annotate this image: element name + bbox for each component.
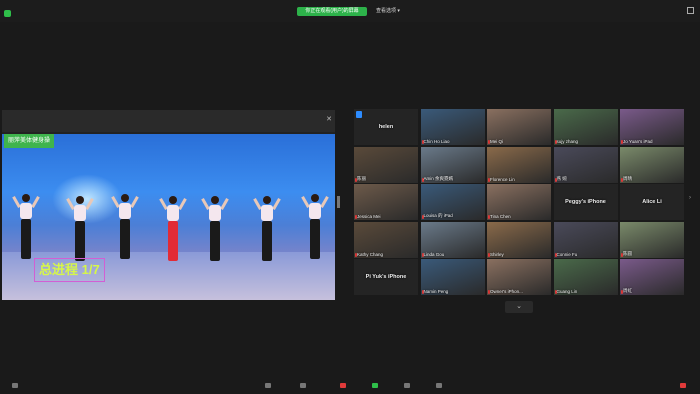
shield-icon[interactable] bbox=[4, 10, 11, 17]
participant-tile[interactable]: Amin 余爽霓嫣 bbox=[420, 146, 485, 183]
participant-name: Kathy Chang bbox=[357, 251, 384, 257]
camera-icon[interactable] bbox=[265, 383, 271, 388]
share-screen-icon[interactable] bbox=[372, 383, 378, 388]
participant-name: Tina Chen bbox=[490, 214, 511, 219]
participant-tile[interactable]: Guang Lin bbox=[553, 259, 618, 295]
participant-tile[interactable]: Tina Chen bbox=[487, 184, 551, 220]
participant-tile[interactable]: Peggy's iPhone bbox=[553, 184, 618, 220]
participant-tile[interactable]: Florence Lin bbox=[487, 146, 551, 183]
participant-name: Shirley bbox=[490, 251, 504, 257]
participant-tile[interactable]: Kathy Chang bbox=[354, 221, 418, 258]
share-header: ✕ bbox=[2, 110, 335, 132]
close-icon[interactable]: ✕ bbox=[326, 115, 332, 123]
chevron-right-icon[interactable]: › bbox=[689, 195, 691, 201]
reactions-icon[interactable] bbox=[436, 383, 442, 388]
participant-name: 陈圆 bbox=[623, 250, 632, 256]
brand-label: 丽萍美体健身操 bbox=[4, 134, 55, 148]
panel-resize-handle[interactable] bbox=[337, 196, 340, 208]
participant-tile[interactable]: Owner's iPhon... bbox=[487, 259, 551, 295]
top-toolbar: 你正在观看(用户)的屏幕 查看选项 ▾ bbox=[0, 0, 700, 22]
participant-name: Peggy's iPhone bbox=[565, 199, 606, 205]
participant-tile[interactable]: Namin Peng bbox=[420, 259, 485, 295]
participant-name: Jo Yuan's iPad bbox=[623, 139, 653, 144]
participant-name: 周虹 bbox=[623, 288, 632, 293]
dancer bbox=[201, 196, 229, 276]
participant-tile[interactable]: 燕 婉 bbox=[553, 146, 618, 183]
participant-name: 周晴 bbox=[623, 175, 632, 181]
participant-tile[interactable]: helen bbox=[354, 109, 418, 145]
participant-tile[interactable]: 陈丽 bbox=[354, 146, 418, 183]
dancer bbox=[12, 194, 40, 274]
participant-name: helen bbox=[378, 124, 394, 130]
participant-name: Florence Lin bbox=[490, 176, 515, 182]
participant-tile[interactable]: sujy zhang bbox=[553, 109, 618, 145]
participant-name: 陈丽 bbox=[357, 175, 366, 181]
participant-name: Chin Ho Liao bbox=[423, 139, 450, 144]
participant-tile[interactable]: 周虹 bbox=[620, 259, 684, 295]
participant-tile[interactable]: 陈圆 bbox=[620, 221, 684, 258]
dancer bbox=[253, 196, 281, 276]
participant-name: sujy zhang bbox=[556, 139, 579, 144]
participant-tile[interactable]: Connie Fu bbox=[553, 221, 618, 258]
chevron-down-icon: ⌄ bbox=[516, 303, 522, 310]
participant-name: Guang Lin bbox=[556, 289, 578, 294]
dancer bbox=[111, 194, 139, 274]
gallery-next-page-button[interactable]: ⌄ bbox=[505, 301, 533, 313]
fullscreen-icon[interactable] bbox=[687, 7, 694, 14]
dancer bbox=[159, 196, 187, 276]
participant-tile[interactable]: Mei Qi bbox=[487, 109, 551, 145]
view-options-dropdown[interactable]: 查看选项 ▾ bbox=[376, 7, 400, 16]
participant-tile[interactable]: Chin Ho Liao bbox=[420, 109, 485, 145]
participant-name: Mei Qi bbox=[490, 139, 504, 144]
participant-tile[interactable]: Jessica Mei bbox=[354, 184, 418, 220]
participant-tile[interactable]: Jo Yuan's iPad bbox=[620, 109, 684, 145]
participant-name: Amin 余爽霓嫣 bbox=[423, 175, 454, 181]
participant-name: Jessica Mei bbox=[357, 214, 381, 219]
participant-tile[interactable]: Alice Li bbox=[620, 184, 684, 220]
shared-video: 丽萍美体健身操 总进程 1/7 bbox=[2, 134, 335, 300]
participant-tile[interactable]: Linda Gou bbox=[420, 221, 485, 258]
participant-name: Louisa 的 iPad bbox=[423, 213, 453, 218]
shared-screen-panel: ✕ 丽萍美体健身操 总进程 1/7 bbox=[2, 110, 335, 300]
participant-tile[interactable]: Pi Yuk's iPhone bbox=[354, 259, 418, 295]
progress-caption: 总进程 1/7 bbox=[34, 258, 105, 282]
participant-tile[interactable]: Shirley bbox=[487, 221, 551, 258]
dancer bbox=[301, 194, 329, 274]
record-icon[interactable] bbox=[404, 383, 410, 388]
host-badge-icon bbox=[356, 111, 362, 118]
participant-tile[interactable]: 周晴 bbox=[620, 146, 684, 183]
participants-icon[interactable] bbox=[340, 383, 346, 388]
leave-meeting-icon[interactable] bbox=[680, 383, 686, 388]
participant-name: Connie Fu bbox=[556, 251, 578, 257]
participant-name: Namin Peng bbox=[423, 289, 449, 294]
participant-name: Pi Yuk's iPhone bbox=[365, 274, 407, 280]
participant-name: 燕 婉 bbox=[556, 175, 567, 181]
participant-tile[interactable]: Louisa 的 iPad bbox=[420, 184, 485, 220]
security-icon[interactable] bbox=[300, 383, 306, 388]
microphone-icon[interactable] bbox=[12, 383, 18, 388]
viewing-screen-button[interactable]: 你正在观看(用户)的屏幕 bbox=[297, 7, 367, 16]
meeting-controls-bar bbox=[0, 380, 700, 394]
participant-name: Linda Gou bbox=[423, 251, 445, 257]
participant-name: Alice Li bbox=[642, 199, 662, 205]
participant-name: Owner's iPhon... bbox=[490, 289, 523, 294]
participant-gallery: helen Chin Ho Liao Mei Qi sujy zhang Jo Yuan… bbox=[354, 109, 686, 299]
